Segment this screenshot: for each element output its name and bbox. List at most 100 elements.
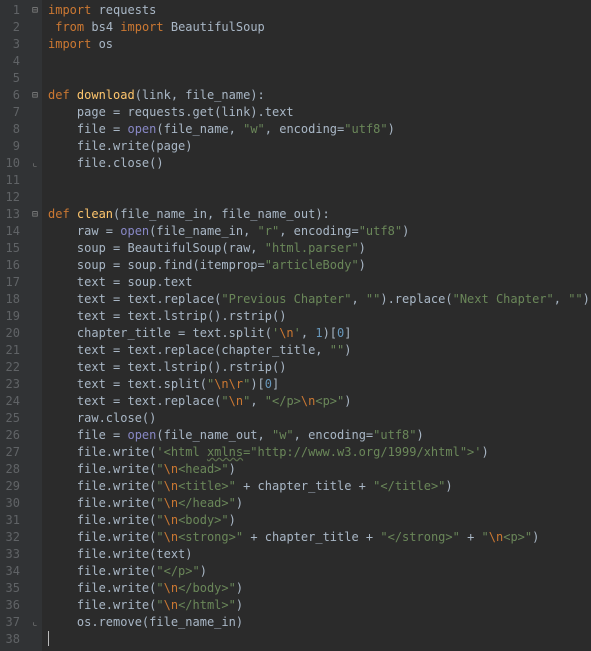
line-number: 27 [4,444,20,461]
fold-gutter[interactable]: ⊟ ⊟ ⌞ ⊟ ⌞ [28,0,42,651]
code-line[interactable]: file.write("\n</head>") [48,495,591,512]
code-line[interactable]: page = requests.get(link).text [48,104,591,121]
line-number: 25 [4,410,20,427]
line-number: 24 [4,393,20,410]
code-editor[interactable]: 1234567891011121314151617181920212223242… [0,0,591,651]
code-line[interactable]: file.write(text) [48,546,591,563]
code-line[interactable]: file.write("\n<title>" + chapter_title +… [48,478,591,495]
fold-marker [28,308,42,325]
line-number: 22 [4,359,20,376]
line-number: 19 [4,308,20,325]
fold-marker [28,70,42,87]
code-line[interactable]: file = open(file_name, "w", encoding="ut… [48,121,591,138]
fold-marker [28,631,42,648]
code-line[interactable]: text = text.replace("\n", "</p>\n<p>") [48,393,591,410]
code-line[interactable]: text = text.split("\n\r")[0] [48,376,591,393]
fold-marker [28,172,42,189]
fold-marker[interactable]: ⊟ [28,2,42,19]
code-line[interactable]: file.write('<html xmlns="http://www.w3.o… [48,444,591,461]
line-number: 11 [4,172,20,189]
code-line[interactable]: chapter_title = text.split('\n', 1)[0] [48,325,591,342]
code-line[interactable]: text = soup.text [48,274,591,291]
fold-marker [28,138,42,155]
line-number: 12 [4,189,20,206]
code-line[interactable]: text = text.lstrip().rstrip() [48,308,591,325]
line-number: 10 [4,155,20,172]
code-area[interactable]: import requests from bs4 import Beautifu… [42,0,591,651]
line-number: 30 [4,495,20,512]
line-number: 9 [4,138,20,155]
code-line[interactable]: file.write("\n</html>") [48,597,591,614]
code-line[interactable] [48,70,591,87]
code-line[interactable]: def clean(file_name_in, file_name_out): [48,206,591,223]
code-line[interactable] [48,189,591,206]
fold-marker [28,189,42,206]
line-number: 3 [4,36,20,53]
line-number: 15 [4,240,20,257]
fold-marker [28,393,42,410]
line-number: 16 [4,257,20,274]
fold-marker [28,478,42,495]
fold-marker[interactable]: ⊟ [28,206,42,223]
fold-marker [28,376,42,393]
code-line[interactable]: raw.close() [48,410,591,427]
line-number: 38 [4,631,20,648]
code-line[interactable]: raw = open(file_name_in, "r", encoding="… [48,223,591,240]
code-line[interactable]: from bs4 import BeautifulSoup [48,19,591,36]
line-number: 37 [4,614,20,631]
line-number: 5 [4,70,20,87]
fold-marker [28,121,42,138]
line-number: 6 [4,87,20,104]
code-line[interactable]: file.write("\n<head>") [48,461,591,478]
code-line[interactable]: import os [48,36,591,53]
line-number-gutter: 1234567891011121314151617181920212223242… [0,0,28,651]
fold-marker [28,563,42,580]
fold-marker[interactable]: ⌞ [28,614,42,631]
code-line[interactable] [48,631,591,648]
line-number: 17 [4,274,20,291]
code-line[interactable] [48,53,591,70]
line-number: 18 [4,291,20,308]
code-line[interactable]: file.write("\n</body>") [48,580,591,597]
fold-marker [28,223,42,240]
code-line[interactable]: soup = BeautifulSoup(raw, "html.parser") [48,240,591,257]
line-number: 33 [4,546,20,563]
line-number: 4 [4,53,20,70]
code-line[interactable]: import requests [48,2,591,19]
line-number: 20 [4,325,20,342]
code-line[interactable]: file = open(file_name_out, "w", encoding… [48,427,591,444]
fold-marker[interactable]: ⌞ [28,155,42,172]
fold-marker[interactable]: ⊟ [28,87,42,104]
fold-marker [28,546,42,563]
code-line[interactable]: file.write("</p>") [48,563,591,580]
fold-marker [28,410,42,427]
line-number: 28 [4,461,20,478]
line-number: 23 [4,376,20,393]
fold-marker [28,36,42,53]
line-number: 36 [4,597,20,614]
fold-marker [28,359,42,376]
code-line[interactable]: text = text.replace(chapter_title, "") [48,342,591,359]
code-line[interactable]: os.remove(file_name_in) [48,614,591,631]
line-number: 32 [4,529,20,546]
fold-marker [28,461,42,478]
fold-marker [28,342,42,359]
code-line[interactable]: file.write(page) [48,138,591,155]
fold-marker [28,240,42,257]
line-number: 8 [4,121,20,138]
code-line[interactable]: file.close() [48,155,591,172]
code-line[interactable] [48,172,591,189]
line-number: 29 [4,478,20,495]
line-number: 13 [4,206,20,223]
fold-marker [28,597,42,614]
line-number: 26 [4,427,20,444]
code-line[interactable]: text = text.replace("Previous Chapter", … [48,291,591,308]
code-line[interactable]: text = text.lstrip().rstrip() [48,359,591,376]
code-line[interactable]: file.write("\n<strong>" + chapter_title … [48,529,591,546]
fold-marker [28,53,42,70]
code-line[interactable]: file.write("\n<body>") [48,512,591,529]
code-line[interactable]: def download(link, file_name): [48,87,591,104]
code-line[interactable]: soup = soup.find(itemprop="articleBody") [48,257,591,274]
line-number: 14 [4,223,20,240]
fold-marker [28,495,42,512]
